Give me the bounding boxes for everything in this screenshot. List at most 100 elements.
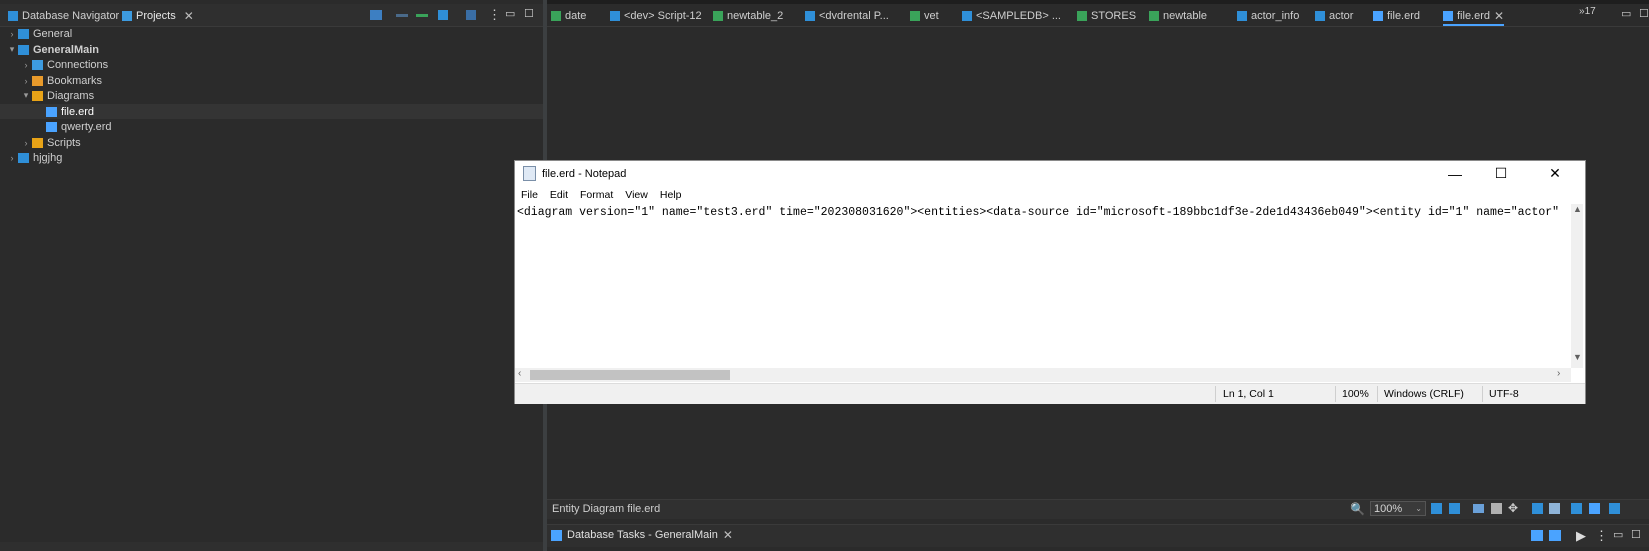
minimize-button[interactable]: — xyxy=(1432,161,1478,186)
tree-item[interactable]: › Connections xyxy=(0,57,543,72)
menu-view[interactable]: View xyxy=(619,187,654,203)
tree-item[interactable]: ▾ GeneralMain xyxy=(0,42,543,57)
run-icon[interactable]: ▶ xyxy=(1576,528,1586,544)
horizontal-scrollbar[interactable]: ‹ › xyxy=(515,368,1571,382)
menu-format[interactable]: Format xyxy=(574,187,619,203)
tab-projects[interactable]: Projects ✕ xyxy=(122,7,194,24)
zoom-in-icon[interactable] xyxy=(1431,503,1442,514)
minimize-icon[interactable]: ▭ xyxy=(1613,528,1623,541)
chevron-right-icon[interactable]: › xyxy=(20,60,32,70)
tree-item-label: GeneralMain xyxy=(33,43,100,56)
grid-icon[interactable] xyxy=(1491,503,1502,514)
erd-icon xyxy=(46,121,57,132)
menu-edit[interactable]: Edit xyxy=(544,187,574,203)
save-image-icon[interactable] xyxy=(1571,503,1582,514)
maximize-icon[interactable]: ☐ xyxy=(524,7,534,20)
sync-icon[interactable] xyxy=(416,14,428,17)
menu-help[interactable]: Help xyxy=(654,187,688,203)
tree-item[interactable]: ▾ Diagrams xyxy=(0,88,543,103)
close-button[interactable]: ✕ xyxy=(1532,161,1578,186)
layout-icon[interactable] xyxy=(1473,504,1484,513)
connections-icon xyxy=(32,59,43,70)
zoom-select[interactable]: 100% ⌄ xyxy=(1370,501,1426,516)
tree-item[interactable]: › hjgjhg xyxy=(0,150,543,165)
editor-tab[interactable]: newtable_2 xyxy=(713,7,783,24)
tree-item[interactable]: › General xyxy=(0,26,543,41)
tree-item[interactable]: file.erd xyxy=(0,104,543,119)
project-icon xyxy=(18,28,29,39)
chevron-right-icon[interactable]: › xyxy=(20,76,32,86)
notation-icon[interactable] xyxy=(1532,503,1543,514)
minimize-icon[interactable]: ▭ xyxy=(505,7,515,20)
editor-tab[interactable]: actor_info xyxy=(1237,7,1299,24)
configure-icon[interactable] xyxy=(438,10,448,20)
maximize-button[interactable]: ☐ xyxy=(1478,161,1524,186)
editor-tab-label: <dev> Script-12 xyxy=(624,9,702,22)
tree-item[interactable]: › Scripts xyxy=(0,135,543,150)
left-bottom-tab-bar xyxy=(0,542,543,551)
tab-overflow-indicator[interactable]: »17 xyxy=(1579,6,1596,17)
notepad-title-bar[interactable]: file.erd - Notepad — ☐ ✕ xyxy=(515,161,1585,186)
close-icon[interactable]: ✕ xyxy=(723,528,733,542)
chevron-down-icon[interactable]: ▾ xyxy=(6,44,18,55)
vertical-scrollbar[interactable]: ▲ ▼ xyxy=(1571,204,1583,368)
view-menu-icon[interactable]: ⋮ xyxy=(1595,528,1608,544)
create-task-icon[interactable] xyxy=(1531,530,1543,541)
search-icon[interactable]: 🔍 xyxy=(1350,502,1365,516)
chevron-right-icon[interactable]: › xyxy=(6,153,18,163)
editor-tab-label: vet xyxy=(924,9,939,22)
editor-tab[interactable]: <SAMPLEDB> ... xyxy=(962,7,1061,24)
print-icon[interactable] xyxy=(1589,503,1600,514)
zoom-out-icon[interactable] xyxy=(1449,503,1460,514)
maximize-icon[interactable]: ☐ xyxy=(1631,528,1641,541)
editor-tab-icon xyxy=(1443,10,1453,21)
editor-tab[interactable]: file.erd ✕ xyxy=(1443,7,1505,26)
filter-icon[interactable] xyxy=(466,10,476,20)
chevron-down-icon[interactable]: ▾ xyxy=(20,90,32,101)
maximize-icon[interactable]: ☐ xyxy=(1639,7,1649,20)
horizontal-scroll-thumb[interactable] xyxy=(530,370,730,380)
menu-file[interactable]: File xyxy=(515,187,544,203)
tree-item-label: Scripts xyxy=(47,136,81,149)
editor-tab[interactable]: STORES xyxy=(1077,7,1136,24)
editor-tab[interactable]: <dev> Script-12 xyxy=(610,7,702,24)
left-tab-bar: Database Navigator Projects ✕ ⋮ ▭ ☐ xyxy=(0,4,543,27)
collapse-all-icon[interactable] xyxy=(370,10,382,20)
editor-tab[interactable]: <dvdrental P... xyxy=(805,7,889,24)
tab-database-tasks[interactable]: Database Tasks - GeneralMain ✕ xyxy=(551,528,733,542)
project-icon xyxy=(18,44,29,55)
tree-item[interactable]: qwerty.erd xyxy=(0,119,543,134)
scroll-left-icon[interactable]: ‹ xyxy=(518,368,521,379)
tree-item-label: Connections xyxy=(47,58,109,71)
view-menu-icon[interactable]: ⋮ xyxy=(488,7,501,23)
attributes-icon[interactable] xyxy=(1549,503,1560,514)
database-navigator-icon xyxy=(8,10,18,21)
tree-item[interactable]: › Bookmarks xyxy=(0,73,543,88)
editor-tab[interactable]: newtable xyxy=(1149,7,1207,24)
tree-item-label: hjgjhg xyxy=(33,151,63,164)
editor-tab[interactable]: actor xyxy=(1315,7,1353,24)
tab-label: Database Tasks - GeneralMain xyxy=(567,529,718,541)
edit-task-icon[interactable] xyxy=(1549,530,1561,541)
notepad-text-area[interactable]: <diagram version="1" name="test3.erd" ti… xyxy=(517,204,1562,222)
move-icon[interactable]: ✥ xyxy=(1508,501,1518,515)
link-icon[interactable] xyxy=(396,14,408,17)
diagram-status-bar: Entity Diagram file.erd 🔍 100% ⌄ ✥ xyxy=(547,499,1649,519)
scroll-down-icon[interactable]: ▼ xyxy=(1573,352,1582,362)
editor-tab[interactable]: file.erd xyxy=(1373,7,1420,24)
chevron-right-icon[interactable]: › xyxy=(20,138,32,148)
minimize-icon[interactable]: ▭ xyxy=(1621,7,1631,20)
close-icon[interactable]: ✕ xyxy=(184,9,194,23)
editor-tab[interactable]: date xyxy=(551,7,586,24)
scroll-up-icon[interactable]: ▲ xyxy=(1573,204,1582,214)
close-icon[interactable]: ✕ xyxy=(1494,9,1504,23)
tab-database-navigator[interactable]: Database Navigator xyxy=(8,7,119,24)
notepad-window: file.erd - Notepad — ☐ ✕ File Edit Forma… xyxy=(514,160,1586,404)
scroll-right-icon[interactable]: › xyxy=(1557,368,1560,379)
chevron-right-icon[interactable]: › xyxy=(6,29,18,39)
chevron-down-icon: ⌄ xyxy=(1415,504,1422,513)
tasks-icon xyxy=(551,529,562,541)
editor-tab-label: actor_info xyxy=(1251,9,1300,22)
editor-tab[interactable]: vet xyxy=(910,7,939,24)
refresh-icon[interactable] xyxy=(1609,503,1620,514)
